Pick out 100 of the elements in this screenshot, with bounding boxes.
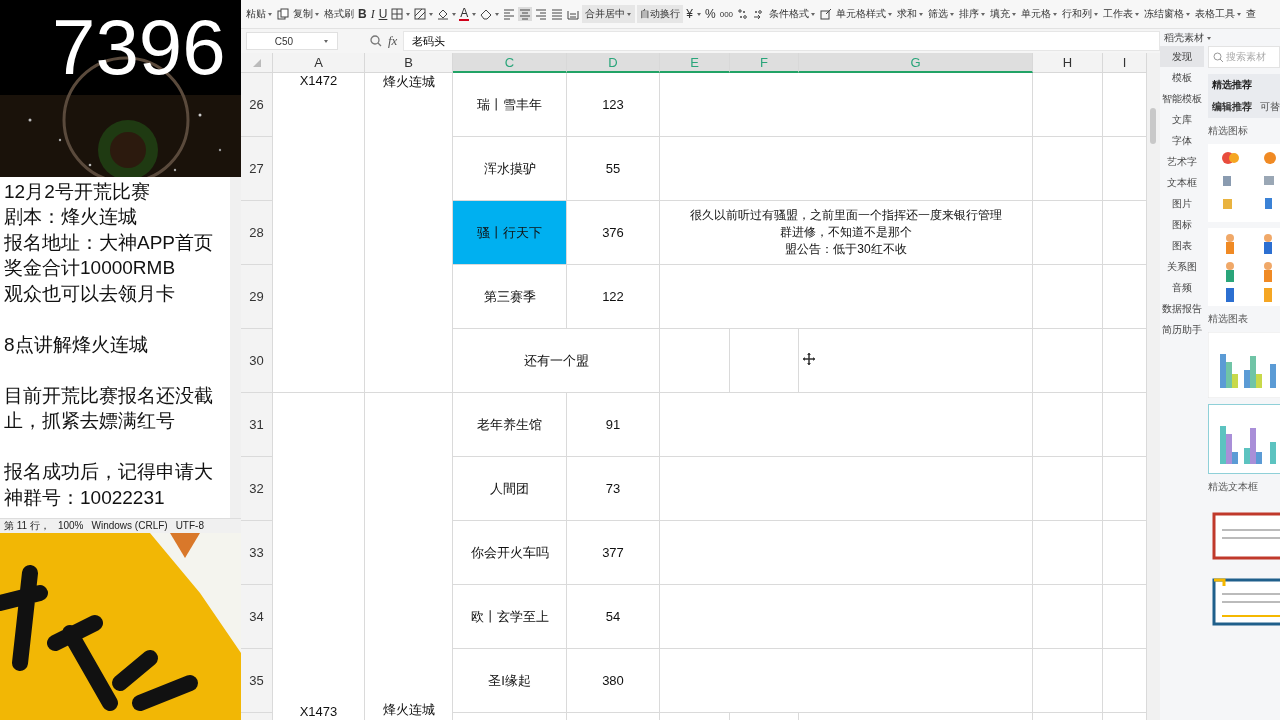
column-header[interactable]: I [1103, 53, 1147, 73]
caret-icon[interactable] [494, 11, 501, 17]
nav-tab[interactable]: 文本框 [1160, 172, 1204, 193]
cell-style-icon[interactable] [819, 7, 834, 21]
row-header[interactable]: 30 [241, 329, 273, 393]
number-format-button[interactable]: % [704, 5, 717, 23]
chart-thumbnail[interactable] [1208, 404, 1280, 474]
caret-icon[interactable] [626, 11, 633, 17]
caret-icon[interactable] [471, 11, 478, 17]
toolbar-button[interactable]: 筛选 [927, 5, 957, 23]
toolbar-button[interactable]: 行和列 [1061, 5, 1101, 23]
toolbar-toggle-button[interactable]: 自动换行 [637, 5, 684, 23]
caret-icon[interactable] [1011, 11, 1018, 17]
caret-icon[interactable] [314, 11, 320, 17]
nav-tab[interactable]: 图表 [1160, 235, 1204, 256]
caret-icon[interactable] [451, 11, 458, 17]
fill-pattern-icon[interactable] [413, 7, 428, 21]
nav-tab[interactable]: 文库 [1160, 109, 1204, 130]
toolbar-button[interactable]: 冻结窗格 [1143, 5, 1193, 23]
toolbar-button[interactable]: 单元格 [1020, 5, 1060, 23]
bold-button[interactable]: B [357, 5, 368, 23]
font-color-button[interactable]: A [459, 7, 470, 21]
row-header[interactable]: 31 [241, 393, 273, 457]
caret-icon[interactable] [1093, 11, 1100, 17]
name-box[interactable]: C50 [246, 32, 338, 50]
row-header[interactable]: 33 [241, 521, 273, 585]
function-label[interactable]: fx [388, 33, 398, 49]
tab[interactable]: 编辑推荐 [1212, 100, 1252, 114]
thousands-button[interactable]: 000 [718, 5, 735, 23]
status-text: 第 11 行， [4, 518, 50, 533]
caret-icon[interactable] [949, 11, 956, 17]
caret-icon[interactable] [323, 38, 330, 44]
nav-tab[interactable]: 智能模板 [1160, 88, 1204, 109]
caret-icon[interactable] [696, 11, 703, 17]
caret-icon[interactable] [810, 11, 817, 17]
toolbar-button[interactable]: 查 [1245, 5, 1258, 23]
column-header[interactable]: A [273, 53, 365, 73]
search-icon [1213, 52, 1223, 62]
align-center-icon[interactable] [518, 7, 533, 21]
chart-thumbnail[interactable] [1208, 332, 1280, 398]
nav-tab[interactable]: 艺术字 [1160, 151, 1204, 172]
copy-icon[interactable] [276, 7, 290, 21]
underline-button[interactable]: U [377, 5, 389, 23]
table-cell [1033, 73, 1103, 137]
nav-tab[interactable]: 字体 [1160, 130, 1204, 151]
toolbar-button[interactable]: 工作表 [1102, 5, 1142, 23]
toolbar-button[interactable]: 格式刷 [323, 5, 355, 23]
row-header[interactable]: 34 [241, 585, 273, 649]
caret-icon[interactable] [1236, 11, 1243, 17]
caret-icon[interactable] [428, 11, 435, 17]
toolbar-button[interactable]: 条件格式 [768, 5, 818, 23]
caret-icon[interactable] [267, 11, 273, 17]
caret-icon[interactable] [1185, 11, 1192, 17]
nav-tab[interactable]: 发现 [1160, 46, 1204, 67]
caret-icon[interactable] [1206, 34, 1212, 41]
status-text: UTF-8 [175, 520, 204, 531]
scrollbar[interactable] [1147, 53, 1160, 720]
caret-icon[interactable] [405, 11, 412, 17]
toolbar-button[interactable]: 求和 [896, 5, 926, 23]
nav-tab[interactable]: 数据报告 [1160, 298, 1204, 319]
row-header[interactable]: 32 [241, 457, 273, 521]
illustration-set-drawing[interactable] [1208, 228, 1280, 306]
caret-icon[interactable] [887, 11, 894, 17]
toolbar-button[interactable]: 复制 [292, 5, 321, 23]
toolbar-button[interactable]: 单元格样式 [835, 5, 895, 23]
table-cell [660, 329, 730, 393]
row-header[interactable]: 28 [241, 201, 273, 265]
nav-tab[interactable]: 音频 [1160, 277, 1204, 298]
number-format-button[interactable]: ¥ [685, 5, 695, 23]
tab[interactable]: 可替 [1260, 100, 1280, 114]
caret-icon[interactable] [980, 11, 987, 17]
row-header[interactable]: 35 [241, 649, 273, 713]
column-header[interactable]: H [1033, 53, 1103, 73]
toolbar-button[interactable]: 粘贴 [245, 5, 274, 23]
status-text: 100% [57, 520, 84, 531]
section-title: 精选图表 [1208, 312, 1249, 326]
note-cell: 很久以前听过有骚盟，之前里面一个指挥还一度来银行管理 群进修，不知道不是那个 盟公告：低于30红不收 [660, 201, 1033, 265]
nav-tab[interactable]: 图标 [1160, 214, 1204, 235]
row-header[interactable]: 27 [241, 137, 273, 201]
caret-icon[interactable] [1052, 11, 1059, 17]
nav-tab[interactable]: 模板 [1160, 67, 1204, 88]
toolbar-button[interactable]: 表格工具 [1194, 5, 1244, 23]
row-header[interactable]: 26 [241, 73, 273, 137]
italic-button[interactable]: I [369, 5, 376, 23]
row-header[interactable]: 29 [241, 265, 273, 329]
borders-icon[interactable] [390, 7, 405, 21]
zoom-icon[interactable] [370, 35, 382, 47]
table-cell: 73 [567, 457, 660, 521]
nav-tab[interactable]: 关系图 [1160, 256, 1204, 277]
caret-icon[interactable] [1134, 11, 1141, 17]
nav-tab[interactable]: 图片 [1160, 193, 1204, 214]
toolbar-button[interactable]: 排序 [958, 5, 988, 23]
toolbar-button[interactable]: 填充 [989, 5, 1019, 23]
caret-icon[interactable] [918, 11, 925, 17]
icon-set-drawing[interactable] [1208, 144, 1280, 222]
toolbar-toggle-button[interactable]: 合并居中 [582, 5, 636, 23]
column-header[interactable]: B [365, 53, 453, 73]
formula-field[interactable]: 老码头 [403, 31, 1160, 51]
nav-tab[interactable]: 简历助手 [1160, 319, 1204, 340]
scrollbar[interactable] [230, 176, 241, 518]
